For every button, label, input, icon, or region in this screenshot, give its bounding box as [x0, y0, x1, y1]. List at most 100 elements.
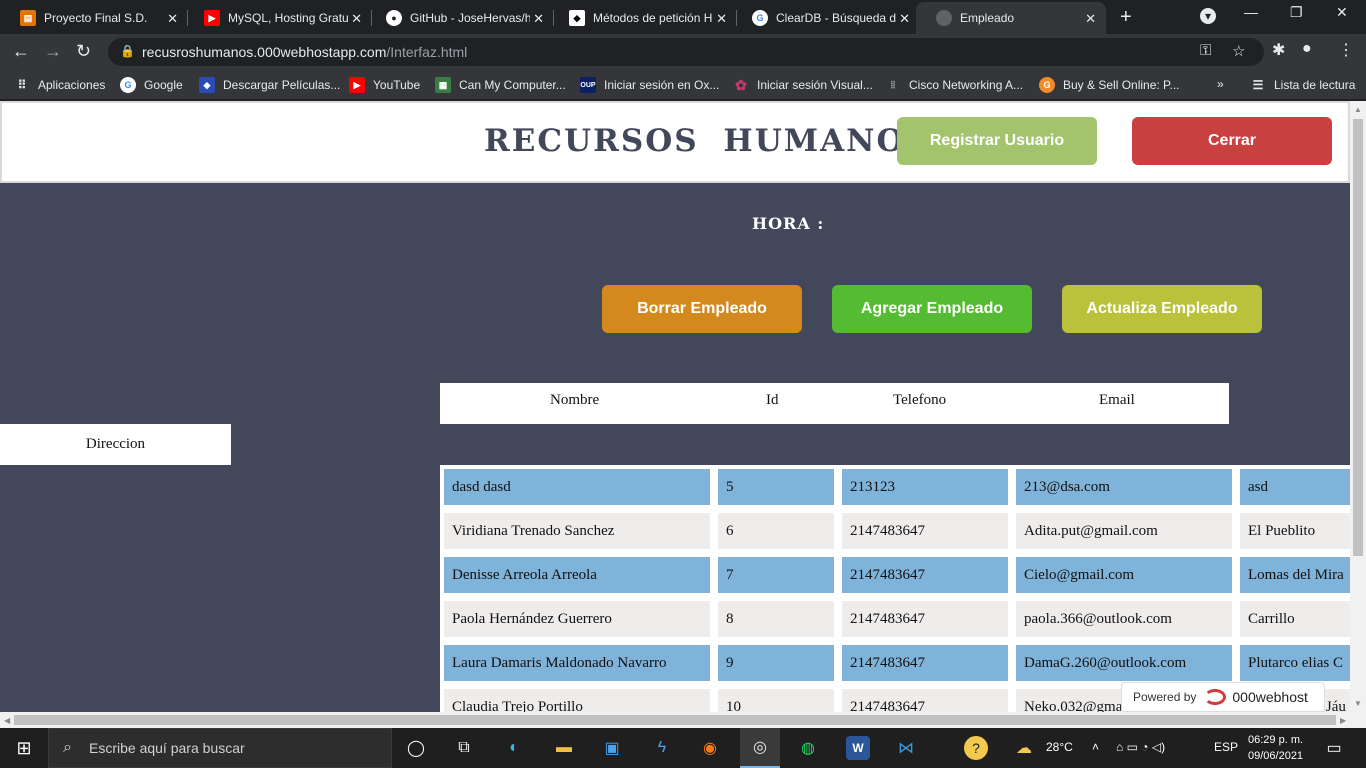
cell-email: Cielo@gmail.com: [1016, 557, 1232, 593]
cell-telefono: 2147483647: [842, 689, 1008, 712]
register-user-button[interactable]: Registrar Usuario: [897, 117, 1097, 165]
cell-direccion: Lomas del Mira: [1240, 557, 1350, 593]
cell-telefono: 2147483647: [842, 601, 1008, 637]
close-tab-icon[interactable]: ✕: [1085, 11, 1096, 27]
scroll-up-icon[interactable]: ▲: [1354, 105, 1362, 114]
menu-icon[interactable]: ⋮: [1338, 40, 1354, 60]
cell-nombre: Viridiana Trenado Sanchez: [444, 513, 710, 549]
cell-id: 9: [718, 645, 834, 681]
extensions-icon[interactable]: ✱: [1272, 40, 1285, 60]
more-bookmarks-icon[interactable]: »: [1217, 77, 1224, 91]
add-employee-button[interactable]: Agregar Empleado: [832, 285, 1032, 333]
tab-search-icon[interactable]: ▾: [1200, 8, 1216, 24]
gear-icon: ✿: [735, 76, 747, 93]
site-icon: ▦: [435, 77, 451, 93]
update-employee-button[interactable]: Actualiza Empleado: [1062, 285, 1262, 333]
cortana-icon[interactable]: ◯: [404, 736, 428, 760]
close-button[interactable]: Cerrar: [1132, 117, 1332, 165]
back-icon[interactable]: ←: [12, 41, 30, 62]
windows-start-icon[interactable]: ⊞: [12, 736, 36, 760]
taskbar-search-input[interactable]: ⌕ Escribe aquí para buscar: [48, 728, 392, 768]
horizontal-scroll-thumb[interactable]: [14, 715, 1336, 725]
page-title: RECURSOS HUMANOS: [484, 123, 930, 159]
reload-icon[interactable]: ↻: [76, 41, 91, 62]
tab-mysql[interactable]: ▶ MySQL, Hosting Gratu ✕: [184, 2, 372, 34]
close-tab-icon[interactable]: ✕: [533, 11, 544, 27]
edge-icon[interactable]: ◐: [502, 736, 526, 760]
cell-id: 7: [718, 557, 834, 593]
cell-nombre: Laura Damaris Maldonado Navarro: [444, 645, 710, 681]
close-tab-icon[interactable]: ✕: [351, 11, 362, 27]
tab-empleado[interactable]: Empleado ✕: [916, 2, 1106, 34]
firefox-icon[interactable]: ◉: [698, 736, 722, 760]
header-direccion: Direccion: [0, 424, 231, 465]
file-explorer-icon[interactable]: ▬: [552, 736, 576, 760]
language-indicator[interactable]: ESP: [1214, 740, 1238, 754]
close-tab-icon[interactable]: ✕: [716, 11, 727, 27]
new-tab-icon[interactable]: +: [1120, 6, 1132, 29]
bookmark-descargar-peliculas[interactable]: ◆ Descargar Películas...: [199, 77, 340, 93]
tab-label: Métodos de petición H: [593, 11, 713, 25]
help-icon[interactable]: ?: [964, 736, 988, 760]
google-icon: G: [752, 10, 768, 26]
delete-employee-button[interactable]: Borrar Empleado: [602, 285, 802, 333]
star-icon[interactable]: ☆: [1232, 42, 1245, 60]
word-icon[interactable]: W: [846, 736, 870, 760]
close-window-icon[interactable]: ✕: [1336, 4, 1348, 21]
bookmark-aplicaciones[interactable]: ⠿ Aplicaciones: [14, 77, 106, 93]
tray-icons[interactable]: ⌂ ▭ ◔ ◁): [1116, 740, 1165, 754]
powered-by-badge[interactable]: Powered by 000webhost: [1121, 682, 1325, 712]
address-bar[interactable]: 🔒 recusroshumanos.000webhostapp.com/Inte…: [108, 38, 1264, 66]
tab-cleardb[interactable]: G ClearDB - Búsqueda de ✕: [732, 2, 920, 34]
task-view-icon[interactable]: ⧉: [452, 736, 476, 760]
weather-icon[interactable]: ☁: [1012, 736, 1036, 760]
close-tab-icon[interactable]: ✕: [167, 11, 178, 27]
cell-telefono: 2147483647: [842, 557, 1008, 593]
vscode-icon[interactable]: ⋈: [894, 736, 918, 760]
bookmark-youtube[interactable]: ▶ YouTube: [349, 77, 420, 93]
minimize-icon[interactable]: —: [1244, 4, 1258, 20]
reading-list[interactable]: ☰ Lista de lectura: [1250, 77, 1356, 93]
scroll-left-icon[interactable]: ◀: [4, 716, 10, 725]
clock[interactable]: 06:29 p. m. 09/06/2021: [1248, 732, 1303, 764]
bookmark-oxford[interactable]: OUP Iniciar sesión en Ox...: [580, 77, 719, 93]
store-icon[interactable]: ▣: [600, 736, 624, 760]
tab-metodos-peticion[interactable]: ◆ Métodos de petición H ✕: [549, 2, 737, 34]
header-telefono: Telefono: [893, 392, 947, 408]
apps-grid-icon: ⠿: [17, 78, 27, 92]
tab-github[interactable]: ● GitHub - JoseHervas/h ✕: [366, 2, 554, 34]
tab-label: Proyecto Final S.D.: [44, 11, 148, 25]
app-icon[interactable]: ϟ: [650, 736, 674, 760]
employee-table: dasd dasd 5 213123 213@dsa.com asd Viridiana …: [440, 465, 1350, 712]
powered-label: Powered by: [1133, 690, 1197, 704]
bookmark-buy-sell[interactable]: G Buy & Sell Online: P...: [1039, 77, 1180, 93]
globe-icon: [936, 10, 952, 26]
url-text[interactable]: recusroshumanos.000webhostapp.com/Interf…: [142, 44, 467, 60]
temperature[interactable]: 28°C: [1046, 740, 1073, 754]
whatsapp-icon[interactable]: ◍: [796, 736, 820, 760]
bookmarks-bar: ⠿ Aplicaciones G Google ◆ Descargar Pelí…: [0, 70, 1366, 100]
bookmark-google[interactable]: G Google: [120, 77, 183, 93]
horizontal-scrollbar[interactable]: ◀ ▶: [0, 712, 1366, 728]
tray-expand-icon[interactable]: ˄: [1092, 740, 1099, 754]
oup-icon: OUP: [580, 77, 596, 93]
cell-id: 10: [718, 689, 834, 712]
chrome-icon[interactable]: ◎: [740, 728, 780, 768]
scroll-down-icon[interactable]: ▼: [1354, 699, 1362, 708]
bookmark-can-my-computer[interactable]: ▦ Can My Computer...: [435, 77, 566, 93]
profile-icon[interactable]: ●: [1302, 40, 1312, 58]
key-icon[interactable]: ⚿: [1200, 42, 1211, 59]
bookmark-cisco[interactable]: ⦙⦙ Cisco Networking A...: [885, 77, 1023, 93]
forward-icon[interactable]: →: [44, 41, 62, 62]
restore-icon[interactable]: ❐: [1290, 4, 1303, 21]
notifications-icon[interactable]: ▭: [1322, 736, 1346, 760]
vertical-scroll-thumb[interactable]: [1353, 119, 1363, 556]
cell-telefono: 213123: [842, 469, 1008, 505]
bookmark-visual[interactable]: ✿ Iniciar sesión Visual...: [733, 77, 873, 93]
scroll-right-icon[interactable]: ▶: [1340, 716, 1346, 725]
tab-proyecto-final[interactable]: ▤ Proyecto Final S.D. ✕: [0, 2, 188, 34]
close-tab-icon[interactable]: ✕: [899, 11, 910, 27]
vertical-scrollbar[interactable]: ▲ ▼: [1350, 101, 1366, 712]
cell-nombre: Claudia Trejo Portillo: [444, 689, 710, 712]
cell-email: DamaG.260@outlook.com: [1016, 645, 1232, 681]
